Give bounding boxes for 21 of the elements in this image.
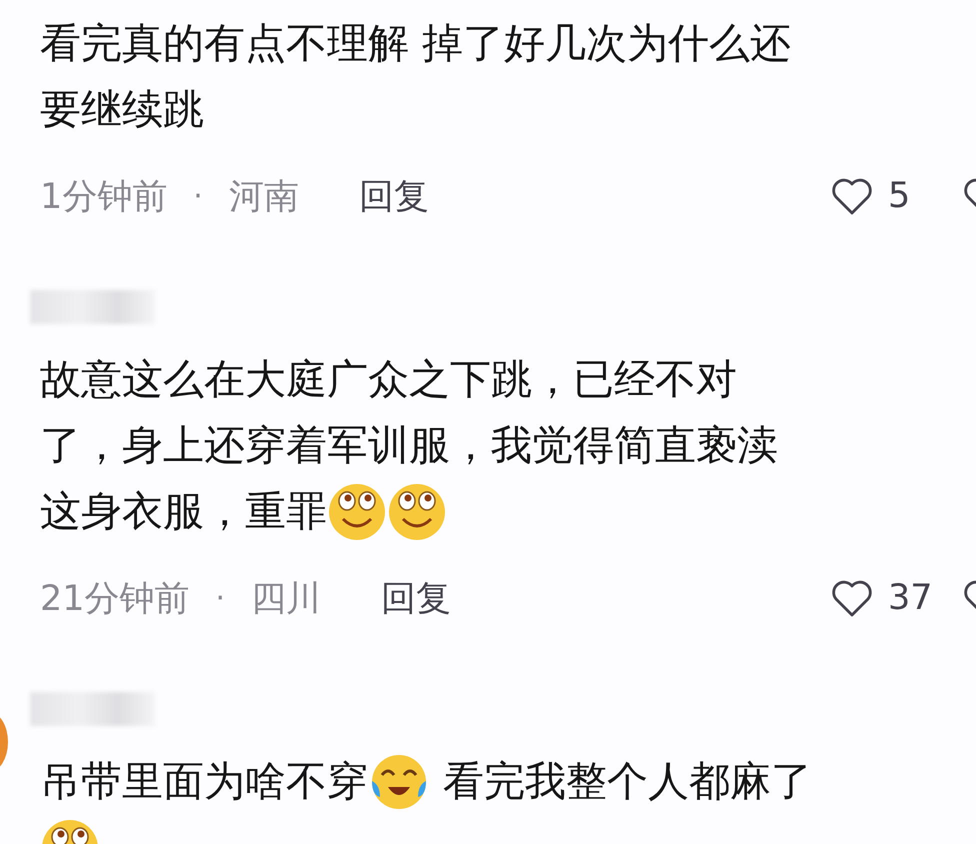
comment-text: 了，身上还穿着军训服，我觉得简直亵渎 bbox=[40, 420, 778, 470]
like-count: 37 bbox=[888, 578, 934, 618]
grinning-face-icon bbox=[387, 481, 447, 541]
comment-text: 这身衣服，重罪 bbox=[40, 486, 327, 536]
comment-time: 21分钟前 bbox=[40, 578, 190, 620]
separator-dot: · bbox=[216, 580, 226, 616]
comment-text: 看完我整个人都麻了 bbox=[442, 756, 812, 806]
reply-button[interactable]: 回复 bbox=[381, 574, 452, 622]
comment-text: 要继续跳 bbox=[40, 84, 204, 134]
heart-icon[interactable] bbox=[830, 176, 874, 216]
grinning-face-icon bbox=[327, 481, 387, 541]
comment-time: 1分钟前 bbox=[40, 176, 168, 218]
comment-text: 看完真的有点不理解 掉了好几次为什么还 bbox=[40, 18, 792, 68]
comment-location: 四川 bbox=[251, 578, 322, 620]
comment-text: 故意这么在大庭广众之下跳，已经不对 bbox=[40, 354, 737, 404]
comment-text: 吊带里面为啥不穿 bbox=[40, 756, 368, 806]
heart-icon[interactable] bbox=[830, 578, 874, 618]
like-count: 5 bbox=[888, 176, 912, 216]
reply-button[interactable]: 回复 bbox=[358, 172, 429, 220]
separator-dot: · bbox=[193, 178, 203, 214]
comment-location: 河南 bbox=[228, 176, 299, 218]
